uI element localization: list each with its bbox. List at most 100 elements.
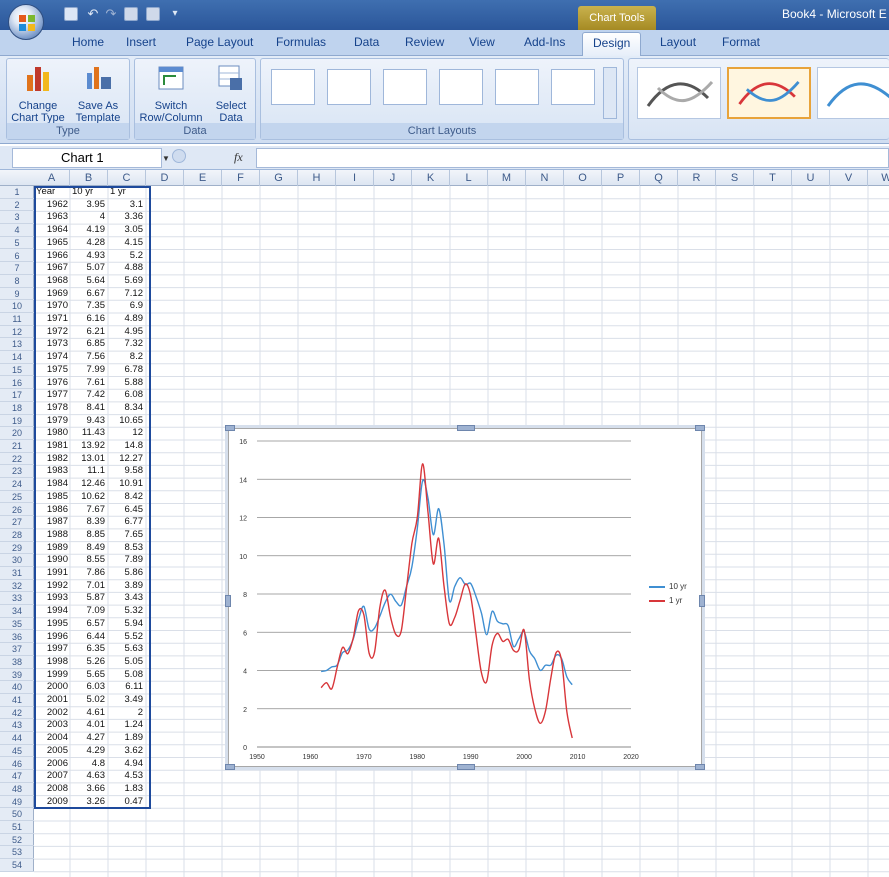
one-year-cell[interactable]: 1.24: [108, 719, 146, 731]
row-header-40[interactable]: 40: [0, 681, 34, 694]
chart-resize-handle-tl[interactable]: [225, 425, 235, 431]
chart-resize-handle-bottom[interactable]: [457, 764, 475, 770]
row-header-54[interactable]: 54: [0, 859, 34, 872]
row-header-37[interactable]: 37: [0, 643, 34, 656]
one-year-cell[interactable]: 4.53: [108, 770, 146, 782]
chart-layout-2[interactable]: [327, 69, 371, 105]
year-cell[interactable]: 1995: [34, 618, 70, 630]
year-cell[interactable]: 1991: [34, 567, 70, 579]
row-header-6[interactable]: 6: [0, 250, 34, 263]
line-chart[interactable]: 0 2 4 6 8 10 12 14 16 1950 1960 1970 1980 1990 2000 201…: [229, 429, 703, 768]
year-cell[interactable]: 1965: [34, 237, 70, 249]
tab-page-layout[interactable]: Page Layout: [186, 35, 253, 49]
one-year-cell[interactable]: 7.65: [108, 529, 146, 541]
year-cell[interactable]: 1994: [34, 605, 70, 617]
year-cell[interactable]: 1998: [34, 656, 70, 668]
row-header-13[interactable]: 13: [0, 338, 34, 352]
row-header-17[interactable]: 17: [0, 389, 34, 402]
column-header-k[interactable]: K: [412, 170, 450, 186]
ten-year-cell[interactable]: 5.65: [70, 669, 108, 681]
column-header-c[interactable]: C: [108, 170, 146, 186]
column-header-q[interactable]: Q: [640, 170, 678, 186]
quick-print-icon[interactable]: [124, 7, 138, 21]
column-header-v[interactable]: V: [830, 170, 868, 186]
one-year-cell[interactable]: 6.45: [108, 504, 146, 516]
one-year-cell[interactable]: 4.89: [108, 313, 146, 325]
name-box-dropdown-icon[interactable]: ▼: [162, 154, 170, 163]
year-cell[interactable]: 2003: [34, 719, 70, 731]
ten-year-cell[interactable]: 6.35: [70, 643, 108, 655]
row-header-4[interactable]: 4: [0, 224, 34, 237]
legend-item-1yr[interactable]: 1 yr: [649, 595, 701, 607]
header-cell[interactable]: 10 yr: [72, 186, 93, 198]
column-header-h[interactable]: H: [298, 170, 336, 186]
one-year-cell[interactable]: 1.89: [108, 732, 146, 744]
one-year-cell[interactable]: 7.12: [108, 288, 146, 300]
year-cell[interactable]: 1985: [34, 491, 70, 503]
one-year-cell[interactable]: 5.52: [108, 631, 146, 643]
ten-year-cell[interactable]: 4.01: [70, 719, 108, 731]
chart-1[interactable]: 0 2 4 6 8 10 12 14 16 1950 1960 1970 1980 1990 2000 201…: [225, 425, 705, 770]
series-line-1yr[interactable]: [320, 463, 573, 739]
ten-year-cell[interactable]: 6.03: [70, 681, 108, 693]
ten-year-cell[interactable]: 7.09: [70, 605, 108, 617]
ten-year-cell[interactable]: 7.86: [70, 567, 108, 579]
year-cell[interactable]: 1972: [34, 326, 70, 338]
row-header-1[interactable]: 1: [0, 186, 34, 199]
ten-year-cell[interactable]: 3.95: [70, 199, 108, 211]
one-year-cell[interactable]: 3.43: [108, 592, 146, 604]
ten-year-cell[interactable]: 4.29: [70, 745, 108, 757]
one-year-cell[interactable]: 10.65: [108, 415, 146, 427]
chart-legend[interactable]: 10 yr 1 yr: [649, 581, 701, 615]
one-year-cell[interactable]: 8.2: [108, 351, 146, 363]
one-year-cell[interactable]: 5.08: [108, 669, 146, 681]
ten-year-cell[interactable]: 4: [70, 211, 108, 223]
ten-year-cell[interactable]: 4.8: [70, 758, 108, 770]
one-year-cell[interactable]: 14.8: [108, 440, 146, 452]
ten-year-cell[interactable]: 7.01: [70, 580, 108, 592]
year-cell[interactable]: 2002: [34, 707, 70, 719]
ten-year-cell[interactable]: 7.42: [70, 389, 108, 401]
ten-year-cell[interactable]: 6.57: [70, 618, 108, 630]
row-header-32[interactable]: 32: [0, 580, 34, 593]
column-header-r[interactable]: R: [678, 170, 716, 186]
year-cell[interactable]: 2007: [34, 770, 70, 782]
redo-icon[interactable]: ↷: [104, 7, 118, 21]
row-header-50[interactable]: 50: [0, 808, 34, 821]
chart-layout-4[interactable]: [439, 69, 483, 105]
ten-year-cell[interactable]: 6.44: [70, 631, 108, 643]
one-year-cell[interactable]: 1.83: [108, 783, 146, 795]
ten-year-cell[interactable]: 5.02: [70, 694, 108, 706]
chart-layout-5[interactable]: [495, 69, 539, 105]
row-header-14[interactable]: 14: [0, 351, 34, 364]
row-header-2[interactable]: 2: [0, 199, 34, 212]
tab-view[interactable]: View: [469, 35, 495, 49]
tab-add-ins[interactable]: Add-Ins: [524, 35, 565, 49]
row-header-28[interactable]: 28: [0, 529, 34, 542]
one-year-cell[interactable]: 6.77: [108, 516, 146, 528]
row-header-21[interactable]: 21: [0, 440, 34, 453]
ten-year-cell[interactable]: 11.43: [70, 427, 108, 439]
chart-resize-handle-bl[interactable]: [225, 764, 235, 770]
one-year-cell[interactable]: 5.05: [108, 656, 146, 668]
one-year-cell[interactable]: 12: [108, 427, 146, 439]
column-header-e[interactable]: E: [184, 170, 222, 186]
one-year-cell[interactable]: 8.34: [108, 402, 146, 414]
ten-year-cell[interactable]: 8.85: [70, 529, 108, 541]
year-cell[interactable]: 1990: [34, 554, 70, 566]
change-chart-type-button[interactable]: Change Chart Type: [9, 63, 67, 124]
year-cell[interactable]: 1975: [34, 364, 70, 376]
year-cell[interactable]: 1968: [34, 275, 70, 287]
column-header-m[interactable]: M: [488, 170, 526, 186]
row-header-25[interactable]: 25: [0, 491, 34, 504]
formula-input[interactable]: [256, 148, 889, 168]
one-year-cell[interactable]: 2: [108, 707, 146, 719]
ten-year-cell[interactable]: 8.55: [70, 554, 108, 566]
one-year-cell[interactable]: 3.1: [108, 199, 146, 211]
ten-year-cell[interactable]: 5.64: [70, 275, 108, 287]
year-cell[interactable]: 1992: [34, 580, 70, 592]
one-year-cell[interactable]: 5.32: [108, 605, 146, 617]
ten-year-cell[interactable]: 5.07: [70, 262, 108, 274]
chart-layout-6[interactable]: [551, 69, 595, 105]
ten-year-cell[interactable]: 3.66: [70, 783, 108, 795]
